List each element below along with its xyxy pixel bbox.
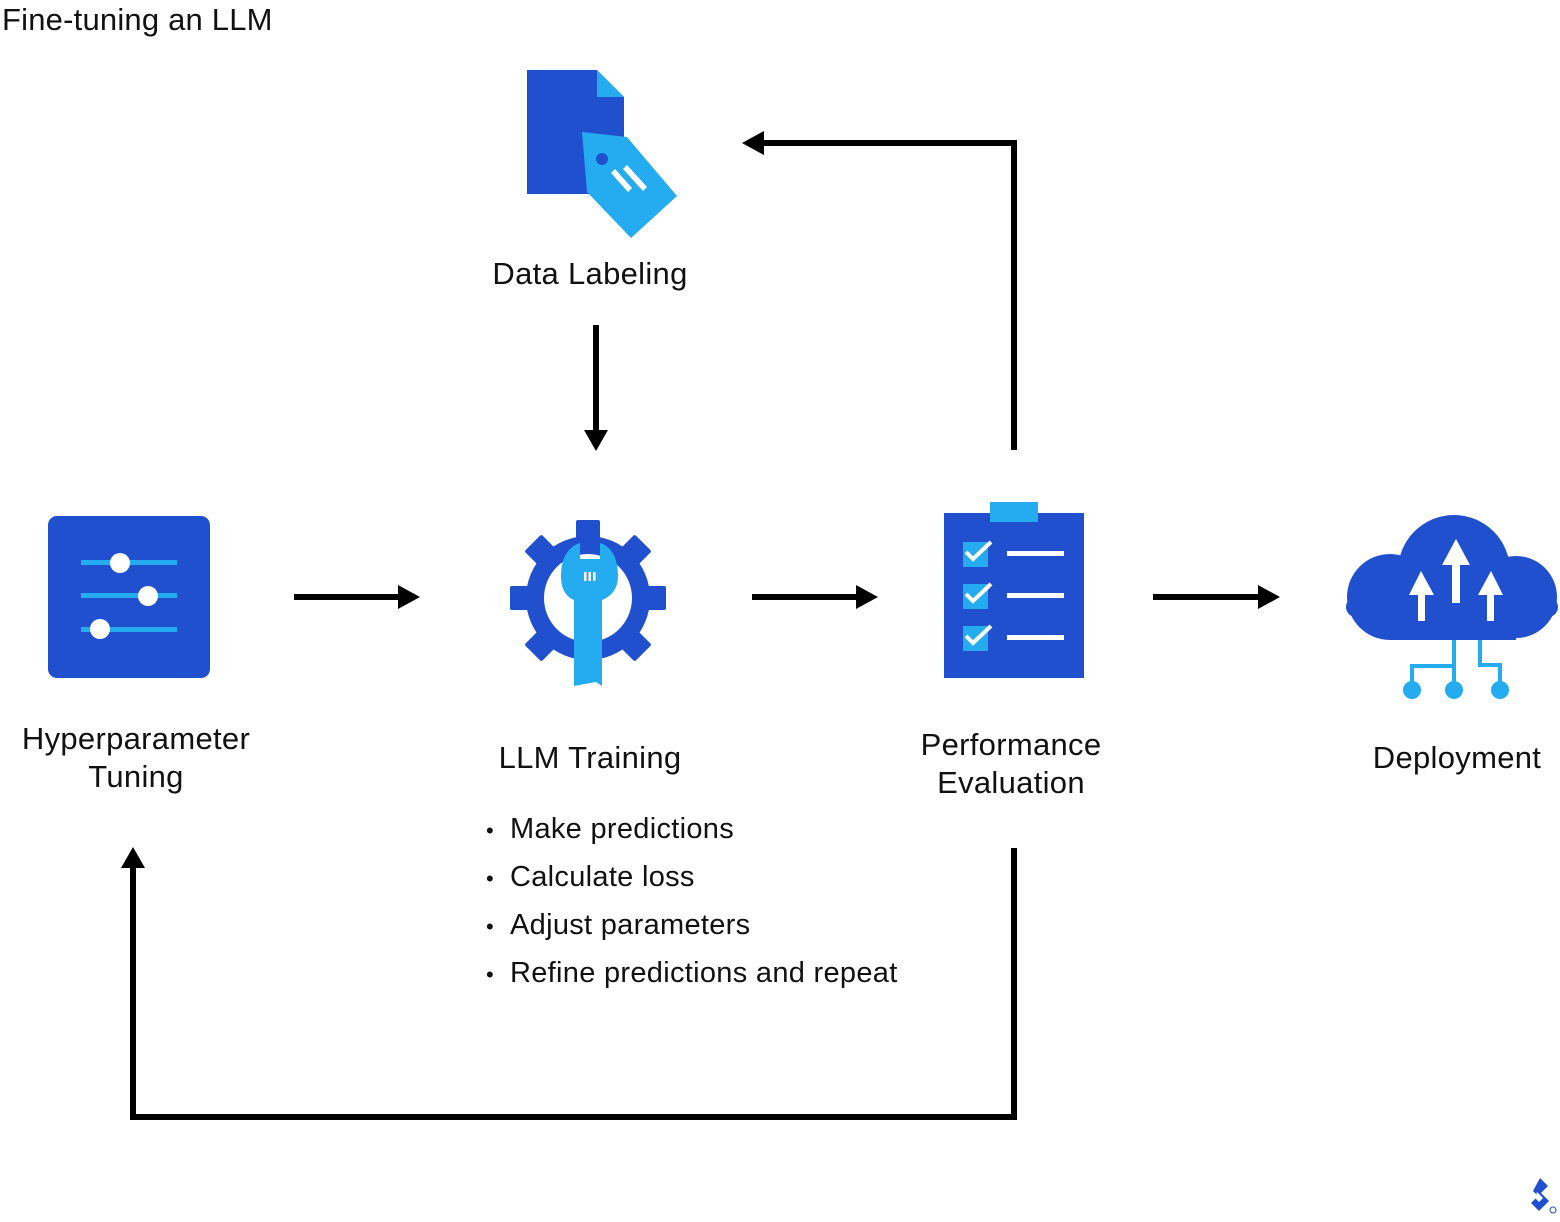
sliders-icon [48,516,210,678]
arrowhead-down [584,430,608,451]
performance-label-line1: Performance [920,727,1102,762]
training-step: • Calculate loss [486,861,695,893]
hyperparameter-label-line1: Hyperparameter [21,721,251,756]
flow-arrows [121,131,1280,1120]
hyperparameter-tuning-label: Hyperparameter Tuning [0,720,272,796]
performance-label-line2: Evaluation [937,765,1085,800]
arrowhead-up [121,847,145,868]
arrow-evaluation-to-data-labeling [762,140,1017,450]
deployment-label: Deployment [1372,740,1542,775]
training-step: • Adjust parameters [486,909,751,941]
cloud-upload-icon [1346,515,1558,699]
performance-evaluation-label: Performance Evaluation [860,726,1162,802]
hyperparameter-label-line2: Tuning [88,759,184,794]
arrowhead-right [1258,585,1280,609]
document-tag-icon [527,70,677,238]
training-step: • Refine predictions and repeat [486,957,898,989]
toptal-logo-icon [1531,1178,1557,1214]
clipboard-checklist-icon [944,502,1084,678]
gear-wrench-icon [510,520,666,686]
arrowhead-left [742,131,764,155]
arrowhead-right [856,585,878,609]
data-labeling-label: Data Labeling [492,256,688,291]
training-step: • Make predictions [486,813,735,845]
training-steps-list: • Make predictions • Calculate loss • Adjus… [486,806,898,998]
llm-training-label: LLM Training [498,740,682,775]
arrowhead-right [398,585,420,609]
